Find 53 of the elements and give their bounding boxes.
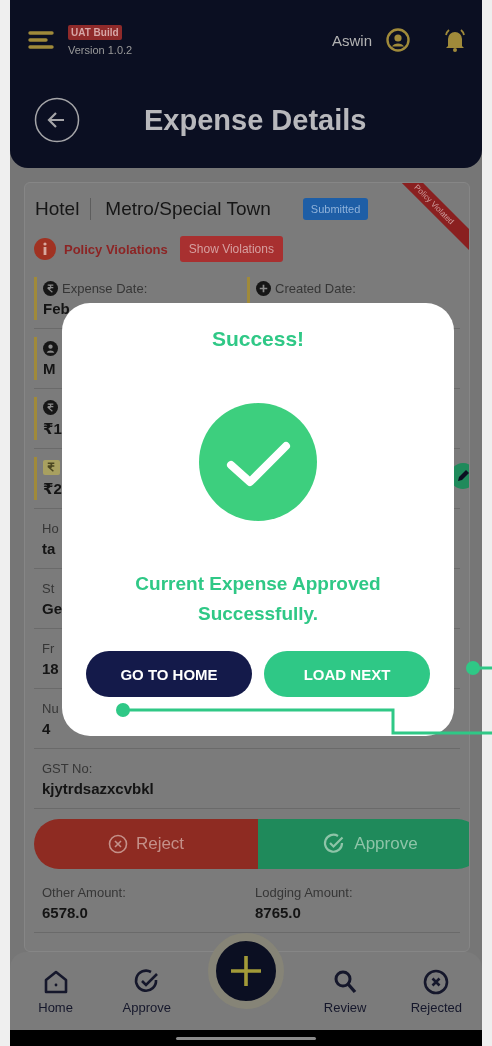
policy-violations-label: Policy Violations	[64, 241, 168, 257]
field-label: GST No:	[42, 760, 93, 776]
info-icon	[34, 238, 56, 260]
field-value: 18	[42, 660, 59, 677]
field-label: Lodging Amount:	[255, 884, 353, 900]
field-value: ₹1	[43, 419, 62, 438]
field-value: 4	[42, 720, 51, 737]
avatar-icon[interactable]	[386, 28, 410, 52]
field-label: St	[42, 580, 55, 596]
nav-tab[interactable]: Approve	[106, 967, 187, 1015]
nav-tab[interactable]: Home	[15, 967, 96, 1015]
nav-tab[interactable]: Review	[305, 967, 386, 1015]
rupee-icon	[43, 400, 58, 415]
status-badge: Submitted	[302, 198, 369, 220]
field-value: ta	[42, 540, 56, 557]
field-label: Nu	[42, 700, 59, 716]
dialog-message: Current Expense Approved Successfully.	[134, 572, 382, 626]
reject-button[interactable]: Reject	[34, 819, 258, 869]
rupee-icon	[43, 280, 58, 296]
back-icon[interactable]	[34, 97, 80, 143]
field-label: Fr	[42, 640, 55, 656]
go-home-button[interactable]: GO TO HOME	[86, 651, 252, 697]
show-violations-button[interactable]: Show Violations	[179, 236, 283, 262]
plus-icon	[256, 280, 271, 296]
build-badge: UAT Build	[68, 24, 122, 40]
city-type: Metro/Special Town	[104, 198, 271, 220]
load-next-button[interactable]: LOAD NEXT	[264, 651, 430, 697]
close-circle-icon	[422, 967, 451, 996]
user-icon	[43, 340, 58, 356]
field-label: Ho	[42, 520, 59, 536]
version-text: Version 1.0.2	[68, 43, 133, 56]
field-label: Other Amount:	[42, 884, 126, 900]
plus-icon	[228, 954, 263, 988]
bell-icon[interactable]	[442, 27, 468, 53]
dialog-title: Success!	[211, 327, 305, 351]
field-value: Ge	[42, 600, 62, 617]
approve-button[interactable]: Approve	[258, 819, 469, 869]
check-circle-icon	[199, 403, 317, 521]
field-value: M	[43, 360, 56, 377]
leader-line	[466, 661, 492, 675]
field-value: kjytrdsazxcvbkl	[42, 780, 154, 797]
page-title: Expense Details	[144, 103, 367, 137]
expense-category: Hotel	[35, 198, 92, 220]
field-value: ₹2	[43, 479, 62, 498]
user-name: Aswin	[332, 31, 372, 49]
menu-icon[interactable]	[28, 30, 54, 50]
field-value: 8765.0	[255, 904, 301, 921]
field-label: Created Date:	[275, 280, 356, 296]
close-circle-icon	[107, 834, 128, 854]
field-label: Expense Date:	[62, 280, 148, 296]
field-value: 6578.0	[42, 904, 88, 921]
field-value: Feb	[43, 300, 70, 317]
nav-tab[interactable]: Rejected	[396, 967, 477, 1015]
